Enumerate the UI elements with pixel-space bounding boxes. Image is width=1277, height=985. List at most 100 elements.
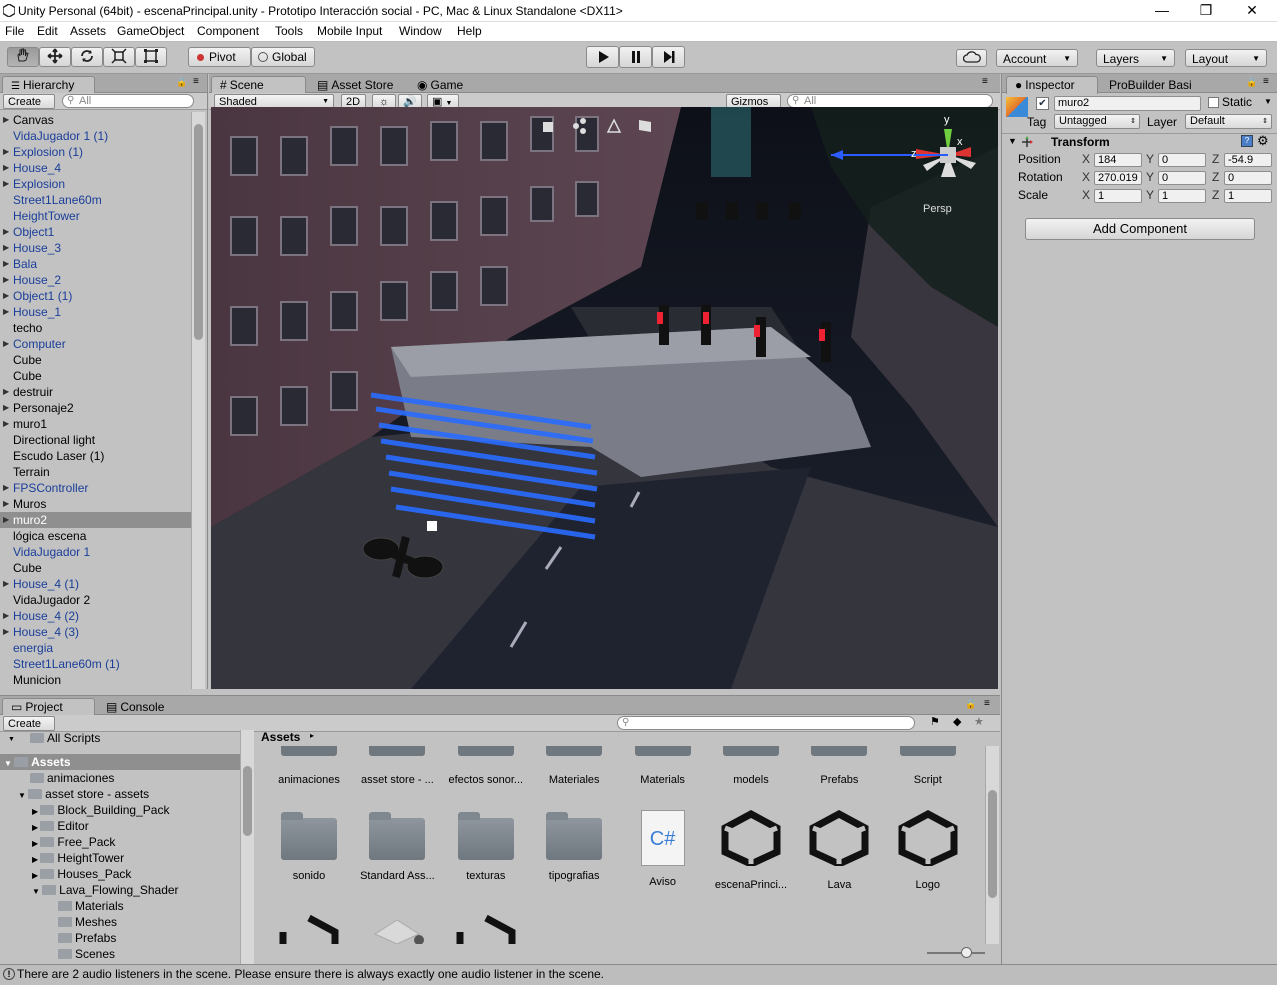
hierarchy-item[interactable]: HeightTower: [0, 208, 191, 224]
transform-rotation-z-field[interactable]: 0: [1224, 171, 1272, 185]
asset-folder[interactable]: tipografias: [534, 812, 614, 882]
axis-x-label[interactable]: X: [1082, 170, 1090, 184]
hierarchy-item[interactable]: ▶ House_4 (2): [0, 608, 191, 624]
asset-folder[interactable]: Standard Ass...: [357, 812, 437, 882]
tag-dropdown[interactable]: Untagged ⇕: [1054, 114, 1140, 129]
project-tree-item[interactable]: ▼ Lava_Flowing_Shader: [32, 882, 179, 898]
expand-arrow-icon[interactable]: ▶: [3, 576, 9, 592]
pause-button[interactable]: [619, 46, 652, 68]
hierarchy-item[interactable]: ▶ destruir: [0, 384, 191, 400]
hierarchy-item[interactable]: ▶ Muros: [0, 496, 191, 512]
hierarchy-item[interactable]: Directional light: [0, 432, 191, 448]
status-message[interactable]: There are 2 audio listeners in the scene…: [17, 965, 604, 984]
hierarchy-item[interactable]: ▶ House_4 (3): [0, 624, 191, 640]
hierarchy-item[interactable]: techo: [0, 320, 191, 336]
expand-arrow-icon[interactable]: ▶: [32, 855, 40, 864]
gameobject-name-field[interactable]: muro2: [1054, 96, 1201, 111]
asset-folder[interactable]: Materials: [623, 746, 703, 786]
expand-arrow-icon[interactable]: ▶: [3, 240, 9, 256]
hierarchy-item[interactable]: Cube: [0, 352, 191, 368]
expand-arrow-icon[interactable]: ▶: [32, 871, 40, 880]
hierarchy-item[interactable]: Escudo Laser (1): [0, 448, 191, 464]
hierarchy-item[interactable]: ▶ Personaje2: [0, 400, 191, 416]
hierarchy-scrollbar[interactable]: [191, 112, 205, 689]
project-tree-item[interactable]: animaciones: [18, 770, 114, 786]
expand-arrow-icon[interactable]: ▼: [18, 791, 28, 800]
transform-scale-x-field[interactable]: 1: [1094, 189, 1142, 203]
hierarchy-item[interactable]: VidaJugador 1: [0, 544, 191, 560]
transform-position-z-field[interactable]: -54.9: [1224, 153, 1272, 167]
axis-z-label[interactable]: Z: [1212, 188, 1219, 202]
hierarchy-item[interactable]: ▶ House_3: [0, 240, 191, 256]
asset-scrollbar[interactable]: [985, 746, 999, 944]
expand-arrow-icon[interactable]: ▶: [3, 624, 9, 640]
asset-folder[interactable]: texturas: [446, 812, 526, 882]
hierarchy-item[interactable]: ▶ Explosion (1): [0, 144, 191, 160]
menu-window[interactable]: Window: [399, 24, 442, 38]
expand-arrow-icon[interactable]: ▶: [3, 304, 9, 320]
expand-arrow-icon[interactable]: ▶: [3, 288, 9, 304]
project-search-input[interactable]: ⚲: [617, 716, 915, 730]
expand-arrow-icon[interactable]: ▶: [3, 336, 9, 352]
project-tree-item[interactable]: ▶ Block_Building_Pack: [32, 802, 169, 818]
panel-menu-icon[interactable]: ≡: [984, 698, 990, 709]
rect-tool-button[interactable]: [135, 47, 167, 67]
axis-y-label[interactable]: Y: [1146, 170, 1154, 184]
hierarchy-item[interactable]: ▶ House_4 (1): [0, 576, 191, 592]
unity-scene-icon[interactable]: [279, 914, 339, 944]
project-tree-item[interactable]: Materials: [46, 898, 124, 914]
menu-gameobject[interactable]: GameObject: [117, 24, 184, 38]
project-tree-item[interactable]: ▶ Houses_Pack: [32, 866, 131, 882]
global-toggle[interactable]: Global: [251, 47, 315, 67]
menu-mobile-input[interactable]: Mobile Input: [317, 24, 382, 38]
expand-arrow-icon[interactable]: ▼: [4, 759, 14, 768]
asset-folder[interactable]: sonido: [269, 812, 349, 882]
axis-x-label[interactable]: X: [1082, 152, 1090, 166]
transform-rotation-x-field[interactable]: 270.019: [1094, 171, 1142, 185]
help-icon[interactable]: ?: [1241, 135, 1253, 147]
asset-thumbnail-icon[interactable]: [367, 914, 427, 944]
menu-help[interactable]: Help: [457, 24, 482, 38]
minimize-button[interactable]: —: [1139, 0, 1185, 22]
transform-rotation-label[interactable]: Rotation: [1018, 170, 1063, 184]
project-tree-item[interactable]: Scenes: [46, 946, 115, 962]
hierarchy-item[interactable]: ▶ FPSController: [0, 480, 191, 496]
hierarchy-item[interactable]: Terrain: [0, 464, 191, 480]
expand-arrow-icon[interactable]: ▶: [3, 608, 9, 624]
expand-arrow-icon[interactable]: ▶: [3, 144, 9, 160]
unity-scene-icon[interactable]: [456, 914, 516, 944]
hierarchy-item[interactable]: Cube: [0, 368, 191, 384]
transform-scale-y-field[interactable]: 1: [1158, 189, 1206, 203]
expand-arrow-icon[interactable]: ▶: [3, 416, 9, 432]
zoom-slider-thumb[interactable]: [961, 947, 972, 958]
layer-dropdown[interactable]: Default ⇕: [1185, 114, 1272, 129]
hierarchy-item[interactable]: ▶ Bala: [0, 256, 191, 272]
expand-arrow-icon[interactable]: ▶: [3, 480, 9, 496]
hierarchy-create-button[interactable]: Create ▼: [3, 94, 55, 121]
hierarchy-item[interactable]: Street1Lane60m: [0, 192, 191, 208]
scene-search-input[interactable]: ⚲ All: [787, 94, 993, 108]
perspective-label[interactable]: Persp: [923, 203, 952, 215]
lock-icon[interactable]: 🔒: [965, 699, 976, 710]
expand-arrow-icon[interactable]: ▶: [32, 807, 40, 816]
asset-folder[interactable]: Prefabs: [799, 746, 879, 786]
expand-arrow-icon[interactable]: ▶: [32, 823, 40, 832]
scene-render[interactable]: y x z Persp: [211, 107, 998, 689]
foldout-arrow-icon[interactable]: ▼: [1008, 136, 1017, 146]
panel-menu-icon[interactable]: ≡: [1263, 76, 1269, 87]
add-component-button[interactable]: Add Component: [1025, 218, 1255, 240]
expand-arrow-icon[interactable]: ▶: [3, 496, 9, 512]
scrollbar-thumb[interactable]: [988, 790, 997, 898]
project-tree-item[interactable]: ▼ asset store - assets: [18, 786, 149, 802]
expand-arrow-icon[interactable]: ▶: [3, 400, 9, 416]
layers-dropdown[interactable]: Layers ▼: [1096, 49, 1175, 67]
active-checkbox[interactable]: ✔: [1036, 97, 1049, 110]
expand-arrow-icon[interactable]: ▶: [3, 224, 9, 240]
axis-z-label[interactable]: Z: [1212, 152, 1219, 166]
transform-position-x-field[interactable]: 184: [1094, 153, 1142, 167]
hierarchy-item[interactable]: ▶ Object1 (1): [0, 288, 191, 304]
hand-tool-button[interactable]: [7, 47, 39, 67]
asset-unity[interactable]: escenaPrinci...: [711, 810, 791, 891]
tab-game[interactable]: ◉ Game: [408, 76, 478, 93]
tree-scrollbar[interactable]: [240, 730, 254, 964]
